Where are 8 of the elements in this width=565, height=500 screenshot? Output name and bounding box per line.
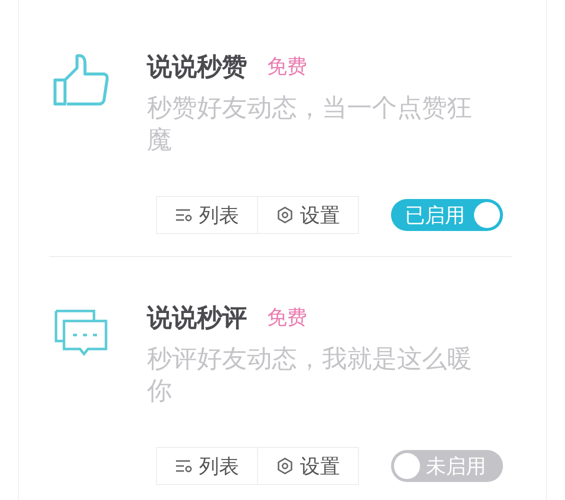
feature-description: 秒评好友动态，我就是这么暖你 [147,343,473,407]
gear-icon [276,457,294,475]
feature-title: 说说秒评 [147,302,247,334]
price-label: 免费 [267,52,307,80]
feature-description: 秒赞好友动态，当一个点赞狂魔 [147,92,473,156]
feature-title: 说说秒赞 [147,50,247,82]
price-label: 免费 [267,304,307,330]
gear-icon [276,206,294,224]
